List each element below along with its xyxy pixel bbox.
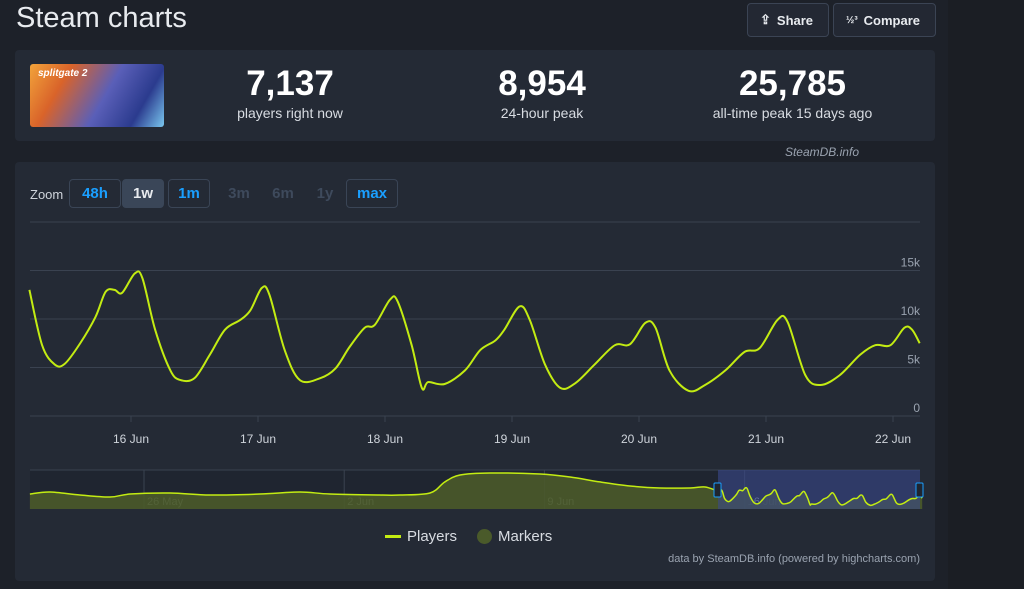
stat-value: 25,785	[685, 64, 900, 104]
stat-label: players right now	[215, 105, 365, 121]
chart-credits[interactable]: data by SteamDB.info (powered by highcha…	[668, 553, 920, 565]
compare-icon: ½³	[846, 15, 858, 26]
line-icon	[385, 535, 401, 538]
page: Steam charts ⇪ Share ½³ Compare splitgate …	[0, 0, 948, 589]
x-tick-label: 18 Jun	[367, 432, 403, 446]
chart-legend: Players Markers	[385, 528, 552, 545]
compare-label: Compare	[864, 13, 920, 28]
page-title: Steam charts	[16, 2, 187, 35]
stat-24h-peak: 8,95424-hour peak	[467, 64, 617, 121]
players-chart[interactable]: 0 5k 10k 15k 16 Jun 17 Jun 18 Jun 19 Jun 20 Jun 2…	[15, 162, 935, 581]
y-tick-label: 5k	[907, 353, 921, 367]
share-button[interactable]: ⇪ Share	[747, 3, 829, 37]
x-tick-label: 16 Jun	[113, 432, 149, 446]
chart-panel: Zoom 48h1w1m3m6m1ymax 05k10k15k16 Jun17 …	[15, 162, 935, 581]
circle-icon	[477, 529, 492, 544]
stat-label: all-time peak 15 days ago	[685, 105, 900, 121]
legend-label: Players	[407, 528, 457, 545]
navigator-handle-right[interactable]	[916, 483, 923, 497]
stats-panel: splitgate 2 7,137players right now 8,954…	[15, 50, 935, 141]
y-tick-label: 15k	[901, 256, 921, 270]
x-tick-label: 22 Jun	[875, 432, 911, 446]
share-label: Share	[777, 13, 813, 28]
x-tick-label: 17 Jun	[240, 432, 276, 446]
share-icon: ⇪	[760, 12, 771, 28]
compare-button[interactable]: ½³ Compare	[833, 3, 936, 37]
stat-current: 7,137players right now	[215, 64, 365, 121]
steamdb-credit[interactable]: SteamDB.info	[785, 145, 859, 159]
y-tick-label: 0	[913, 401, 920, 415]
game-cover-image[interactable]: splitgate 2	[30, 64, 164, 127]
navigator-handle-left[interactable]	[714, 483, 721, 497]
y-tick-label: 10k	[901, 304, 921, 318]
x-tick-label: 21 Jun	[748, 432, 784, 446]
game-logo: splitgate 2	[38, 68, 87, 79]
x-tick-label: 19 Jun	[494, 432, 530, 446]
legend-players[interactable]: Players	[385, 528, 457, 545]
legend-markers[interactable]: Markers	[477, 528, 552, 545]
stat-label: 24-hour peak	[467, 105, 617, 121]
stat-value: 7,137	[215, 64, 365, 104]
x-tick-label: 20 Jun	[621, 432, 657, 446]
stat-value: 8,954	[467, 64, 617, 104]
stat-alltime-peak: 25,785all-time peak 15 days ago	[685, 64, 900, 121]
legend-label: Markers	[498, 528, 552, 545]
players-line	[29, 271, 919, 391]
